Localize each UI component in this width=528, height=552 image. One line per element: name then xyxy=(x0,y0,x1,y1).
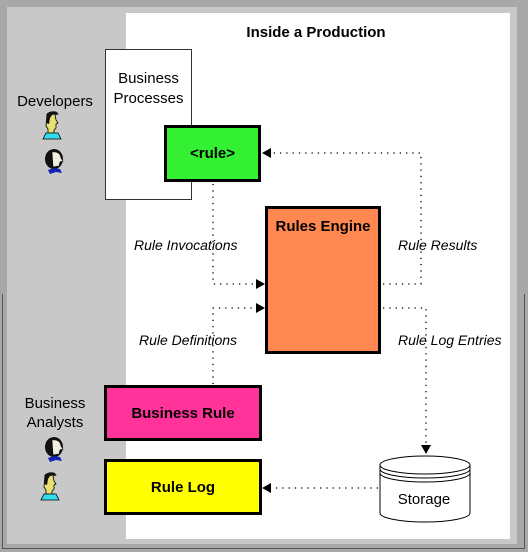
rule-definitions-label: Rule Definitions xyxy=(139,332,238,348)
woman-person-icon xyxy=(45,149,64,174)
rule-invocations-label: Rule Invocations xyxy=(134,237,238,253)
man-person-icon xyxy=(40,472,60,501)
business-processes-label-line2: Processes xyxy=(113,90,184,107)
business-rule-node[interactable]: Business Rule xyxy=(104,385,262,441)
production-title: Inside a Production xyxy=(246,24,386,41)
rules-engine-label: Rules Engine xyxy=(275,218,371,235)
business-processes-label-line1: Business xyxy=(118,70,179,87)
rule-log-entries-label: Rule Log Entries xyxy=(398,332,502,348)
man-person-icon xyxy=(42,111,62,140)
woman-person-icon xyxy=(45,437,64,462)
rules-engine-node[interactable]: Rules Engine xyxy=(265,206,381,354)
storage-icon[interactable] xyxy=(378,454,472,524)
rule-results-label: Rule Results xyxy=(398,237,478,253)
analysts-label-line2: Analysts xyxy=(26,414,84,431)
storage-label: Storage xyxy=(397,491,451,508)
rule-log-node[interactable]: Rule Log xyxy=(104,459,262,515)
developers-label: Developers xyxy=(17,93,93,110)
analysts-label-line1: Business xyxy=(24,395,86,412)
rule-node[interactable]: <rule> xyxy=(164,125,261,182)
